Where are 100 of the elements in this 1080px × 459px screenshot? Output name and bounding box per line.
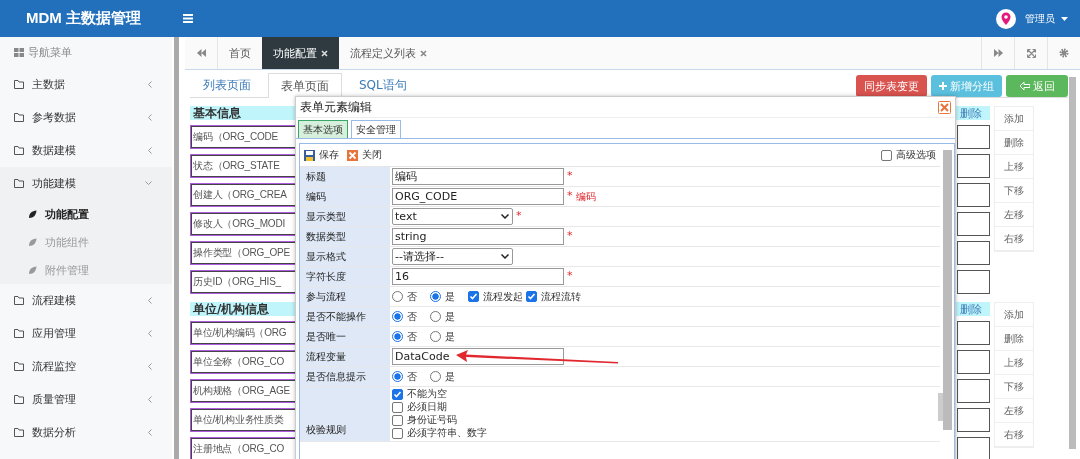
chevron-left-icon	[147, 363, 152, 370]
chevron-left-icon	[147, 396, 152, 403]
field-slot[interactable]	[957, 183, 990, 207]
folder-icon	[14, 80, 24, 89]
page-tab[interactable]: 流程定义列表	[339, 37, 438, 69]
field-slot[interactable]	[957, 437, 990, 459]
folder-icon	[14, 296, 24, 305]
input-field[interactable]: string	[392, 228, 564, 245]
caret-icon[interactable]	[1061, 16, 1068, 21]
close-button[interactable]: 关闭	[347, 148, 382, 162]
form-tab[interactable]: 列表页面	[190, 72, 264, 97]
sidebar-heading: 导航菜单	[28, 45, 72, 60]
folder-icon	[14, 329, 24, 338]
folder-icon	[14, 362, 24, 371]
double-chevron-left-icon	[196, 49, 206, 57]
radio-option[interactable]: 否	[392, 329, 417, 344]
radio-option[interactable]: 是	[430, 369, 455, 384]
sidebar-item[interactable]: 数据分析	[0, 416, 172, 449]
delete-link[interactable]: 删除	[960, 105, 990, 121]
group-title: 单位/机构信息	[193, 300, 270, 318]
field-slot[interactable]	[957, 154, 990, 178]
sidebar-item[interactable]: 质量管理	[0, 383, 172, 416]
sidebar-subitem[interactable]: 功能配置	[0, 200, 172, 228]
sidebar-item[interactable]: 参考数据	[0, 101, 172, 134]
checkbox[interactable]: 不能为空	[392, 388, 938, 400]
checkbox[interactable]: 必须日期	[392, 401, 938, 413]
form-label: 数据类型	[300, 227, 390, 246]
radio-option[interactable]: 是	[430, 329, 455, 344]
form-label: 参与流程	[300, 287, 390, 306]
radio-option[interactable]: 否	[392, 309, 417, 324]
plus-icon	[939, 82, 947, 90]
checkmark-icon	[393, 389, 402, 399]
location-pin-icon[interactable]	[996, 8, 1016, 29]
dialog-tab[interactable]: 基本选项	[298, 120, 348, 138]
dialog-title: 表单元素编辑	[300, 98, 372, 116]
checkbox[interactable]: 流程流转	[526, 289, 581, 304]
save-button[interactable]: 保存	[304, 148, 339, 162]
required-mark: *	[567, 189, 573, 202]
field-slot[interactable]	[957, 212, 990, 236]
back-arrow-icon	[1019, 82, 1030, 90]
sidebar-item[interactable]: 流程建模	[0, 284, 172, 317]
chevron-left-icon	[147, 114, 152, 121]
field-slot[interactable]	[957, 408, 990, 432]
field-slot[interactable]	[957, 241, 990, 265]
sync-button[interactable]: 同步表变更	[856, 75, 927, 97]
radio-option[interactable]: 是	[430, 309, 455, 324]
scrollbar[interactable]	[1069, 77, 1076, 449]
sidebar-item[interactable]: 功能建模	[0, 167, 172, 200]
form-tab[interactable]: SQL语句	[346, 72, 420, 97]
leaf-icon	[28, 209, 37, 219]
advanced-checkbox[interactable]: 高级选项	[881, 148, 936, 162]
gear-icon	[1059, 48, 1069, 58]
group-title: 基本信息	[193, 104, 241, 122]
required-mark: *	[567, 269, 573, 282]
form-label: 是否不能操作	[300, 307, 390, 326]
menu-icon[interactable]	[183, 14, 193, 23]
field-slot[interactable]	[957, 321, 990, 345]
checkbox[interactable]: 必须字符串、数字	[392, 427, 938, 439]
folder-icon	[14, 395, 24, 404]
scrollbar[interactable]	[943, 150, 952, 430]
chevron-down-icon	[501, 214, 509, 219]
checkbox[interactable]: 流程发起	[468, 289, 523, 304]
folder-icon	[14, 146, 24, 155]
form-label: 是否唯一	[300, 327, 390, 346]
form-label: 校验规则	[300, 387, 390, 441]
field-slot[interactable]	[957, 350, 990, 374]
form-label: 字符长度	[300, 267, 390, 286]
required-mark: *	[516, 209, 522, 222]
input-field[interactable]: 编码	[392, 168, 564, 185]
leaf-icon	[28, 237, 37, 247]
sidebar-item[interactable]: 数据建模	[0, 134, 172, 167]
dialog-tab[interactable]: 安全管理	[351, 120, 401, 138]
input-field[interactable]: DataCode	[392, 348, 564, 365]
user-name[interactable]: 管理员	[1025, 11, 1055, 26]
form-label: 显示格式	[300, 247, 390, 266]
scrollbar[interactable]	[174, 37, 179, 459]
radio-option[interactable]: 是	[430, 289, 455, 304]
select-field[interactable]: text	[392, 208, 513, 225]
form-tab[interactable]: 表单页面	[268, 73, 342, 98]
page-tab[interactable]: 功能配置	[262, 37, 339, 69]
select-field[interactable]: --请选择--	[392, 248, 513, 265]
field-slot[interactable]	[957, 379, 990, 403]
chevron-left-icon	[147, 297, 152, 304]
input-field[interactable]: ORG_CODE	[392, 188, 564, 205]
input-field[interactable]: 16	[392, 268, 564, 285]
chevron-left-icon	[147, 429, 152, 436]
form-label: 流程变量	[300, 347, 390, 366]
folder-icon	[14, 179, 24, 188]
field-slot[interactable]	[957, 125, 990, 149]
sidebar-item[interactable]: 流程监控	[0, 350, 172, 383]
radio-option[interactable]: 否	[392, 369, 417, 384]
sidebar-item[interactable]: 应用管理	[0, 317, 172, 350]
radio-option[interactable]: 否	[392, 289, 417, 304]
page-tab[interactable]: 首页	[218, 37, 262, 69]
delete-link[interactable]: 删除	[960, 301, 990, 317]
sidebar-item[interactable]: 主数据	[0, 68, 172, 101]
checkbox[interactable]: 身份证号码	[392, 414, 938, 426]
required-mark: *	[567, 169, 573, 182]
field-slot[interactable]	[957, 270, 990, 294]
close-icon	[347, 149, 358, 161]
